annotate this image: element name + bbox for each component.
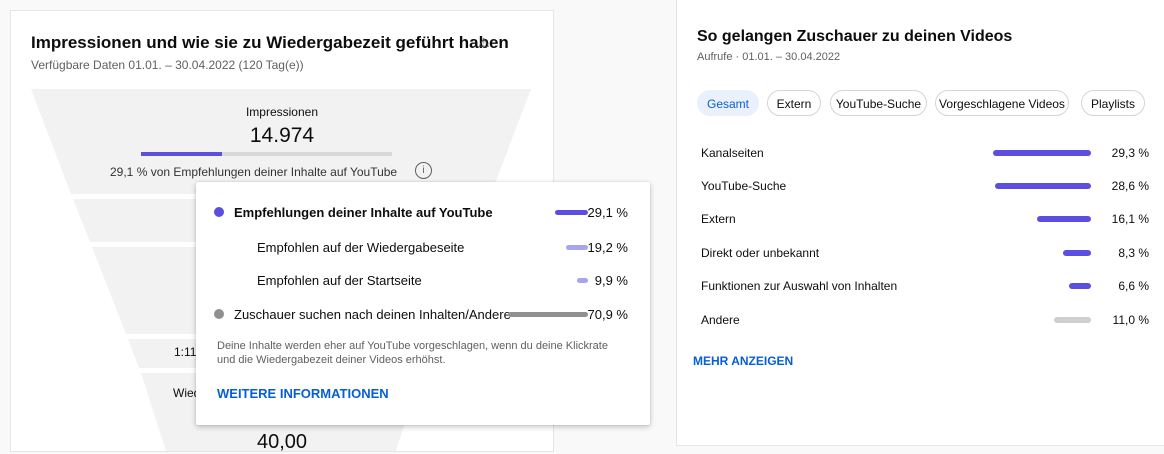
traffic-sources-card: So gelangen Zuschauer zu deinen Videos A…: [676, 0, 1164, 446]
show-more-link[interactable]: MEHR ANZEIGEN: [693, 354, 793, 368]
impressions-progress-fill: [141, 152, 222, 156]
funnel-partial-value: 40,00: [257, 431, 308, 453]
impressions-caption: 29,1 % von Empfehlungen deiner Inhalte a…: [110, 165, 398, 179]
impressions-card-subtitle: Verfügbare Daten 01.01. – 30.04.2022 (12…: [31, 58, 304, 72]
popup-row-bar: [555, 210, 588, 215]
traffic-source-row: Funktionen zur Auswahl von Inhalten 6,6 %: [701, 277, 1157, 295]
traffic-source-bar: [1037, 216, 1091, 222]
traffic-source-value: 11,0 %: [1112, 313, 1149, 327]
traffic-source-bar: [993, 150, 1091, 156]
info-icon[interactable]: i: [415, 162, 432, 179]
traffic-source-label: Kanalseiten: [701, 146, 764, 160]
warning-icon[interactable]: ⚠: [478, 35, 490, 51]
traffic-source-bar: [1068, 283, 1091, 289]
popup-row-value: 29,1 %: [587, 205, 628, 220]
traffic-source-label: Direkt oder unbekannt: [701, 246, 820, 260]
traffic-source-label: Andere: [701, 313, 740, 327]
popup-row-value: 19,2 %: [587, 240, 628, 255]
filter-chip[interactable]: Extern: [767, 90, 821, 116]
traffic-source-value: 28,6 %: [1111, 179, 1149, 193]
popup-row-label: Empfohlen auf der Wiedergabeseite: [257, 240, 465, 255]
popup-row-label: Zuschauer suchen nach deinen Inhalten/An…: [234, 307, 511, 322]
popup-row-label: Empfohlen auf der Startseite: [257, 273, 422, 288]
traffic-source-label: Funktionen zur Auswahl von Inhalten: [701, 279, 898, 293]
popup-row-label: Empfehlungen deiner Inhalte auf YouTube: [234, 205, 493, 220]
filter-chip[interactable]: YouTube-Suche: [830, 90, 927, 116]
traffic-source-row: Direkt oder unbekannt 8,3 %: [701, 244, 1157, 262]
traffic-source-row: Andere 11,0 %: [701, 311, 1157, 329]
filter-chip[interactable]: Gesamt: [697, 90, 759, 116]
filter-chip[interactable]: Vorgeschlagene Videos: [935, 90, 1069, 116]
funnel-partial-label-1: 1:11: [174, 345, 197, 359]
traffic-source-value: 16,1 %: [1111, 212, 1149, 226]
traffic-source-bar: [995, 183, 1091, 189]
popup-row: Empfohlen auf der Startseite 9,9 %: [196, 271, 650, 291]
popup-note: Deine Inhalte werden eher auf YouTube vo…: [217, 340, 608, 366]
impressions-progress-track: [141, 152, 392, 156]
traffic-source-bar: [1054, 317, 1091, 323]
impressions-card-title: Impressionen und wie sie zu Wiedergabeze…: [31, 33, 509, 52]
traffic-source-row: YouTube-Suche 28,6 %: [701, 177, 1157, 195]
legend-dot: [214, 309, 224, 319]
traffic-source-row: Kanalseiten 29,3 %: [701, 144, 1157, 162]
filter-chip[interactable]: Playlists: [1081, 90, 1145, 116]
traffic-source-value: 29,3 %: [1111, 146, 1149, 160]
traffic-source-value: 6,6 %: [1118, 279, 1149, 293]
traffic-source-bar: [1063, 250, 1091, 256]
popup-row-value: 70,9 %: [587, 307, 628, 322]
impressions-label: Impressionen: [245, 105, 319, 119]
traffic-sources-title: So gelangen Zuschauer zu deinen Videos: [697, 28, 1013, 45]
legend-dot: [214, 207, 224, 217]
traffic-source-row: Extern 16,1 %: [701, 210, 1157, 228]
popup-row-bar: [576, 278, 588, 283]
popup-row: Empfehlungen deiner Inhalte auf YouTube 2…: [196, 203, 650, 223]
popup-row-value: 9,9 %: [594, 273, 628, 288]
more-info-link[interactable]: WEITERE INFORMATIONEN: [217, 386, 389, 401]
popup-row: Zuschauer suchen nach deinen Inhalten/An…: [196, 305, 650, 325]
traffic-source-label: YouTube-Suche: [701, 179, 787, 193]
traffic-sources-subtitle: Aufrufe · 01.01. – 30.04.2022: [697, 51, 841, 63]
traffic-source-value: 8,3 %: [1118, 246, 1149, 260]
popup-row-bar: [566, 245, 588, 250]
popup-row: Empfohlen auf der Wiedergabeseite 19,2 %: [196, 238, 650, 258]
traffic-source-label: Extern: [701, 212, 736, 226]
popup-row-bar: [507, 312, 588, 317]
impressions-value: 14.974: [249, 124, 315, 147]
recommendation-breakdown-popup: Empfehlungen deiner Inhalte auf YouTube 2…: [196, 182, 650, 425]
